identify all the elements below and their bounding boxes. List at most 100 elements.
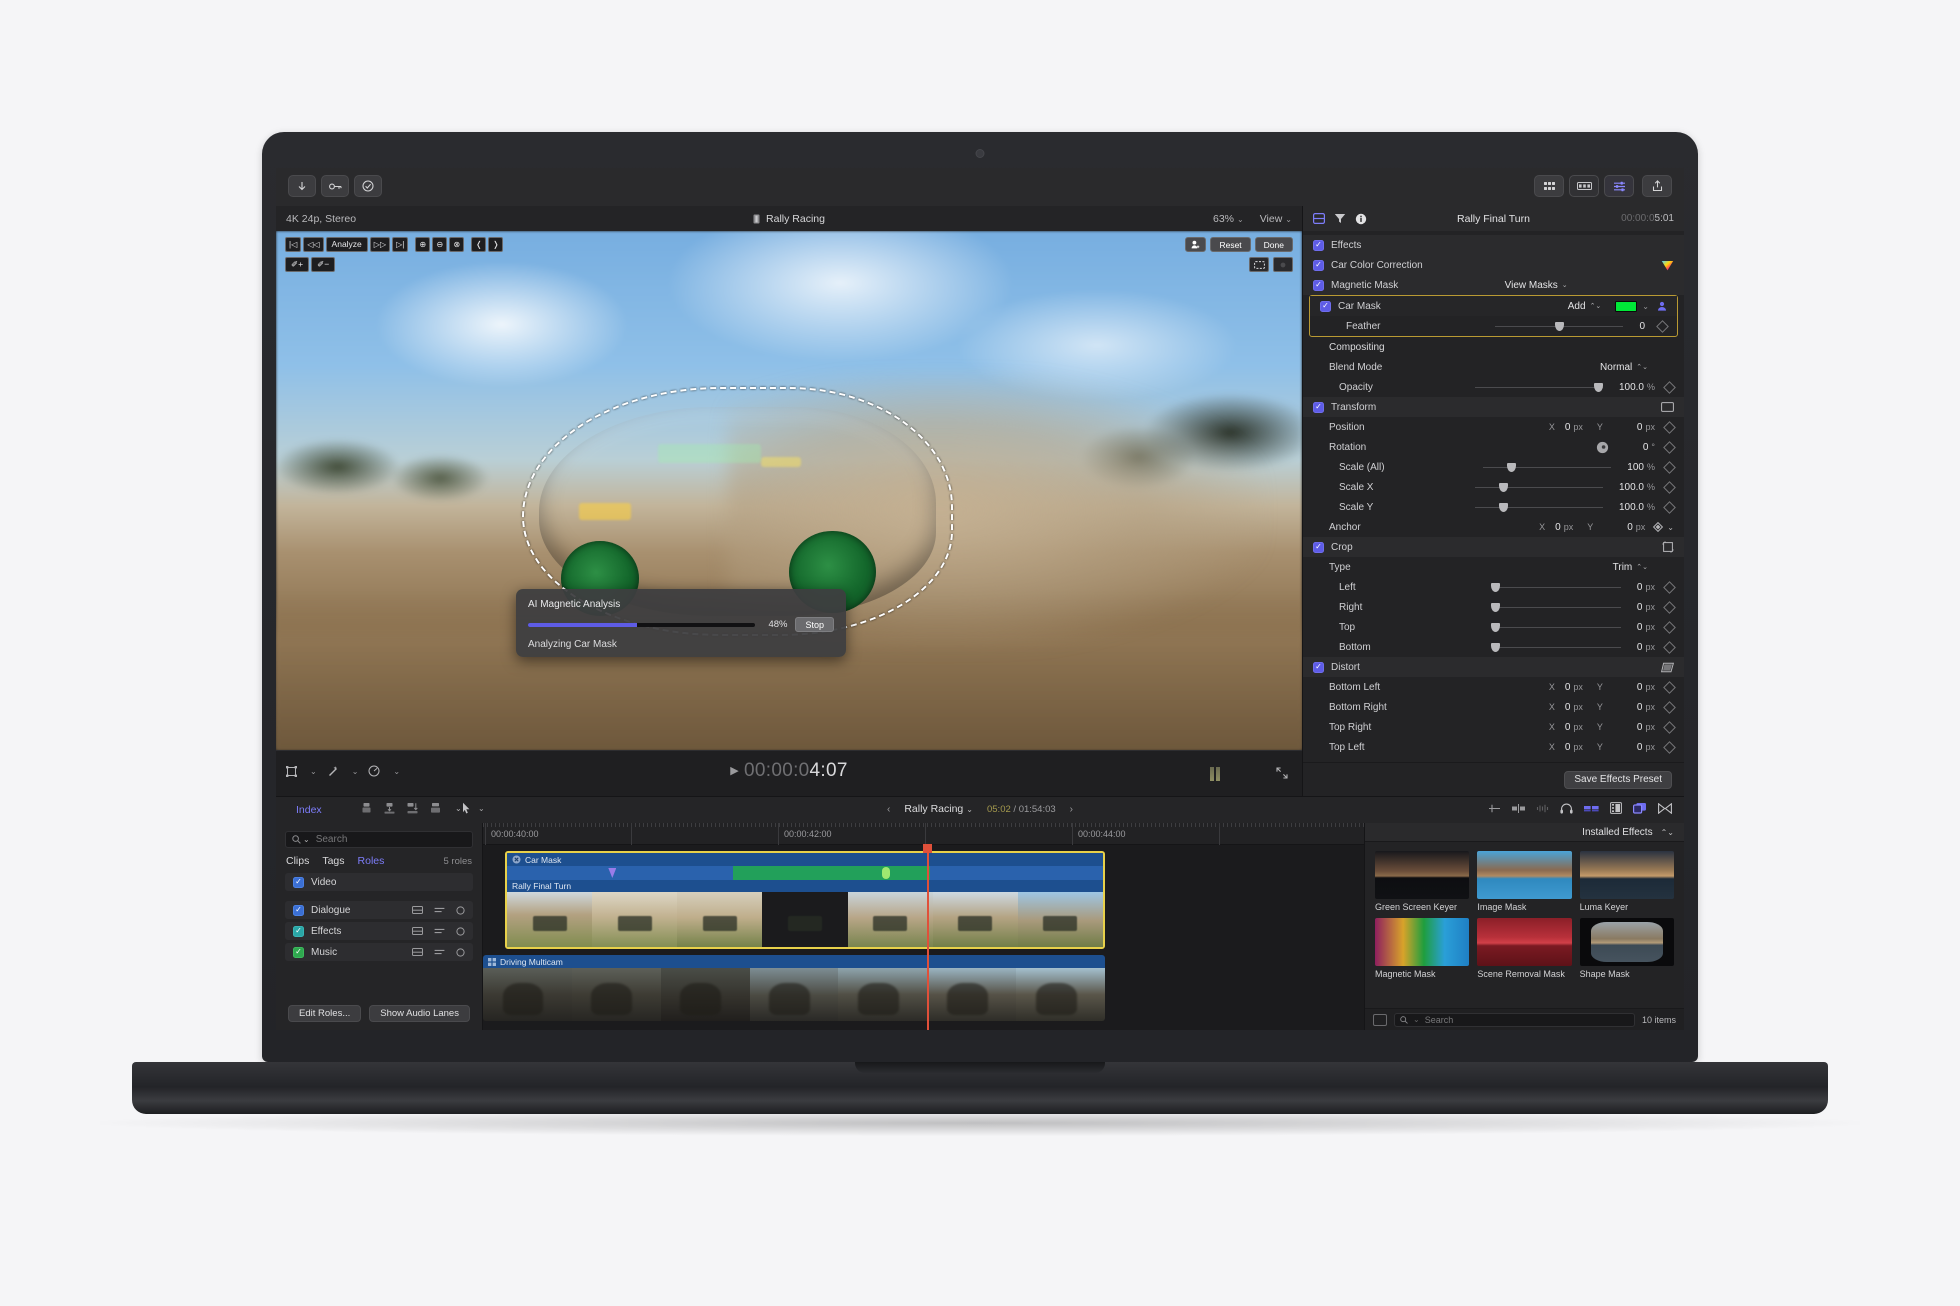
blend-mode[interactable]: Blend Mode Normal ⌃⌄ <box>1303 357 1684 377</box>
person-mask-icon[interactable] <box>1657 301 1667 311</box>
effect-magnetic-mask[interactable]: Magnetic Mask <box>1375 918 1470 979</box>
role-checkbox[interactable] <box>293 904 304 916</box>
effects-section[interactable]: Effects <box>1303 235 1684 255</box>
mask-reset-button[interactable]: Reset <box>1210 237 1251 252</box>
chevron-down-icon[interactable]: ⌃⌄ <box>1661 828 1674 837</box>
analyze-button[interactable]: Analyze <box>325 237 368 252</box>
distort-bottom-right[interactable]: Bottom Right X 0 px Y 0 px <box>1303 697 1684 717</box>
scale-y[interactable]: Scale Y 100.0% <box>1303 497 1684 517</box>
multicam-clip-header[interactable]: Driving Multicam <box>483 955 1105 968</box>
trim-to-selection-icon[interactable] <box>1488 803 1501 814</box>
viewer-view-menu[interactable]: View ⌄ <box>1260 213 1292 225</box>
keyframe-button[interactable] <box>1663 380 1676 394</box>
color-wheel-icon[interactable] <box>1661 260 1674 271</box>
keyframe-button[interactable] <box>1663 500 1676 514</box>
param-value-x[interactable]: 0 <box>1565 702 1571 713</box>
step-back[interactable]: ◁◁ <box>303 237 324 252</box>
add-point[interactable]: ⊕ <box>415 237 431 252</box>
crop-section[interactable]: Crop <box>1303 537 1684 557</box>
distort-top-left[interactable]: Top Left X 0 px Y 0 px <box>1303 737 1684 757</box>
param-value-y[interactable]: 0 <box>1637 702 1643 713</box>
effect-green-screen-keyer[interactable]: Green Screen Keyer <box>1375 851 1470 912</box>
param-value-y[interactable]: 0 <box>1637 722 1643 733</box>
param-value-x[interactable]: 0 <box>1565 742 1571 753</box>
inspector-toggle-button[interactable] <box>1604 175 1634 197</box>
headphones-icon[interactable] <box>1560 803 1573 814</box>
crop-left[interactable]: Left 0 px <box>1303 577 1684 597</box>
timeline-toggle-button[interactable] <box>1569 175 1599 197</box>
effects-grid[interactable]: Green Screen Keyer Image Mask Luma Keyer Ma… <box>1365 842 1684 980</box>
fullscreen-button[interactable] <box>1276 767 1288 779</box>
audio-meter[interactable] <box>1210 767 1220 781</box>
minimize-lane-icon[interactable] <box>412 906 423 914</box>
show-mask-outline-button[interactable] <box>1249 257 1269 272</box>
enable-checkbox[interactable] <box>1313 661 1324 673</box>
param-value-y[interactable]: 0 <box>1637 422 1643 433</box>
share-button[interactable] <box>1642 175 1672 197</box>
previous-mask[interactable]: ❬ <box>471 237 487 252</box>
index-view-icon[interactable] <box>1610 802 1622 814</box>
view-masks-menu[interactable]: View Masks ⌄ <box>1505 280 1568 291</box>
playhead[interactable] <box>924 844 931 1030</box>
role-checkbox[interactable] <box>293 946 304 958</box>
effect-luma-keyer[interactable]: Luma Keyer <box>1579 851 1674 912</box>
keyframe-button[interactable] <box>1663 640 1676 654</box>
index-tab-clips[interactable]: Clips <box>286 855 309 867</box>
analyze-media-button[interactable] <box>354 175 382 197</box>
previous-project-button[interactable]: ‹ <box>887 804 890 815</box>
step-forward[interactable]: ▷▷ <box>369 237 391 252</box>
param-value-x[interactable]: 0 <box>1565 682 1571 693</box>
focus-lane-icon[interactable] <box>434 906 445 914</box>
param-slider[interactable] <box>1491 602 1621 612</box>
inspector-parameter-list[interactable]: Effects Car Color Correction Magnetic Mask… <box>1303 231 1684 762</box>
param-value-y[interactable]: 0 <box>1637 742 1643 753</box>
viewer-timecode[interactable]: ▶ 00:00:04:07 <box>276 760 1302 782</box>
param-value-y[interactable]: 0 <box>1637 682 1643 693</box>
analysis-point-marker[interactable] <box>882 867 891 879</box>
keyframe-button[interactable] <box>1663 420 1676 434</box>
edit-roles-button[interactable]: Edit Roles... <box>288 1005 362 1022</box>
param-value[interactable]: 100.0 <box>1619 502 1644 513</box>
keyframe-button[interactable] <box>1663 600 1676 614</box>
index-tab-roles[interactable]: Roles <box>358 855 385 867</box>
param-value[interactable]: 0 <box>1637 642 1643 653</box>
timeline-ruler[interactable]: 00:00:40:00 00:00:42:00 00:00:44:00 <box>483 823 1364 845</box>
save-effects-preset-button[interactable]: Save Effects Preset <box>1564 770 1672 789</box>
rotation-dial[interactable] <box>1596 441 1609 454</box>
minimize-lane-icon[interactable] <box>412 948 423 956</box>
param-value[interactable]: 0 <box>1643 442 1649 453</box>
param-value-y[interactable]: 0 <box>1627 522 1633 533</box>
mask-blend-mode-menu[interactable]: Add ⌃⌄ <box>1568 301 1602 312</box>
param-slider[interactable] <box>1474 382 1603 392</box>
go-to-first-frame[interactable]: |◁ <box>285 237 302 252</box>
param-value[interactable]: 100.0 <box>1619 482 1644 493</box>
crop-type[interactable]: Type Trim ⌃⌄ <box>1303 557 1684 577</box>
table-row[interactable]: Car Mask Rally Final Turn <box>505 851 1105 949</box>
car-mask[interactable]: Car Mask Add⌃⌄ ⌄ <box>1310 296 1677 316</box>
mask-enable-checkbox[interactable] <box>1320 300 1331 312</box>
param-value-x[interactable]: 0 <box>1555 522 1561 533</box>
param-value-x[interactable]: 0 <box>1565 722 1571 733</box>
param-value[interactable]: 100 <box>1627 462 1644 473</box>
clip-appearance-icon[interactable] <box>1584 803 1599 814</box>
feather[interactable]: Feather 0 <box>1310 316 1677 336</box>
rotation[interactable]: Rotation 0 ° <box>1303 437 1684 457</box>
scale-all[interactable]: Scale (All) 100% <box>1303 457 1684 477</box>
param-value[interactable]: 0 <box>1637 582 1643 593</box>
list-item[interactable]: Music <box>285 943 473 961</box>
keyframe-button[interactable] <box>1663 440 1676 454</box>
effect-image-mask[interactable]: Image Mask <box>1477 851 1572 912</box>
param-slider[interactable] <box>1495 321 1624 331</box>
param-slider[interactable] <box>1491 582 1621 592</box>
param-slider[interactable] <box>1491 622 1621 632</box>
distort-section[interactable]: Distort <box>1303 657 1684 677</box>
selected-mask-group[interactable]: Car Mask Add⌃⌄ ⌄ Feather 0 <box>1309 295 1678 337</box>
delete-point[interactable]: ⊗ <box>449 237 465 252</box>
viewer-canvas[interactable]: |◁ ◁◁ Analyze ▷▷ ▷| ⊕ ⊖ ⊗ ❬ ❭ ✐+ ✐− Reset Done <box>276 231 1302 750</box>
list-item[interactable]: Video <box>285 873 473 891</box>
subtract-stroke-tool[interactable]: ✐− <box>311 257 336 272</box>
focus-lane-icon[interactable] <box>434 927 445 935</box>
chevron-down-icon[interactable]: ⌄ <box>1667 523 1674 532</box>
role-checkbox[interactable] <box>293 925 304 937</box>
show-matte-button[interactable] <box>1273 257 1293 272</box>
